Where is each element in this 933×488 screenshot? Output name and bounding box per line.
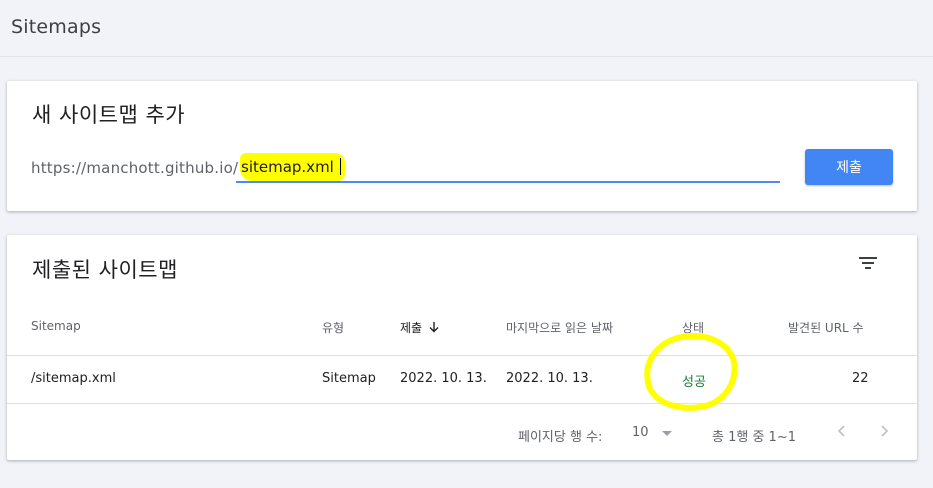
cell-submitted: 2022. 10. 13.: [400, 371, 487, 386]
column-header-submitted[interactable]: 제출: [400, 319, 440, 336]
rows-per-page-select[interactable]: 10: [632, 425, 649, 440]
arrow-down-icon: [429, 322, 439, 333]
sitemap-url-field[interactable]: [236, 151, 780, 183]
rows-per-page-label: 페이지당 행 수:: [518, 430, 603, 445]
column-header-last-read[interactable]: 마지막으로 읽은 날짜: [506, 319, 613, 336]
column-header-submitted-label: 제출: [400, 321, 423, 335]
submitted-sitemaps-title: 제출된 사이트맵: [32, 258, 178, 282]
pagination-range: 총 1행 중 1~1: [712, 430, 796, 445]
add-sitemap-title: 새 사이트맵 추가: [32, 103, 186, 127]
url-prefix: https://manchott.github.io/: [31, 159, 239, 177]
cell-sitemap[interactable]: /sitemap.xml: [31, 371, 116, 386]
page-header: Sitemaps: [0, 0, 933, 57]
chevron-right-icon[interactable]: [874, 421, 894, 441]
text-caret: [340, 158, 341, 175]
chevron-left-icon[interactable]: [832, 421, 852, 441]
column-header-urls-found[interactable]: 발견된 URL 수: [788, 319, 864, 336]
submitted-sitemaps-card: 제출된 사이트맵 Sitemap 유형 제출 마지막으로 읽은 날짜 상태 발견…: [7, 235, 917, 460]
sitemap-url-input[interactable]: [236, 151, 780, 181]
table-divider: [7, 355, 917, 356]
cell-urls-found: 22: [852, 371, 869, 386]
dropdown-caret-icon[interactable]: [662, 431, 672, 436]
cell-type: Sitemap: [322, 371, 376, 386]
cell-last-read: 2022. 10. 13.: [506, 371, 593, 386]
column-header-type[interactable]: 유형: [322, 319, 344, 336]
table-divider: [7, 403, 917, 404]
cell-status: 성공: [682, 375, 706, 390]
page-title: Sitemaps: [11, 16, 102, 38]
filter-icon[interactable]: [858, 255, 878, 271]
add-sitemap-card: 새 사이트맵 추가 https://manchott.github.io/ 제출: [7, 81, 917, 211]
submit-button[interactable]: 제출: [805, 149, 893, 185]
column-header-sitemap[interactable]: Sitemap: [31, 319, 81, 333]
